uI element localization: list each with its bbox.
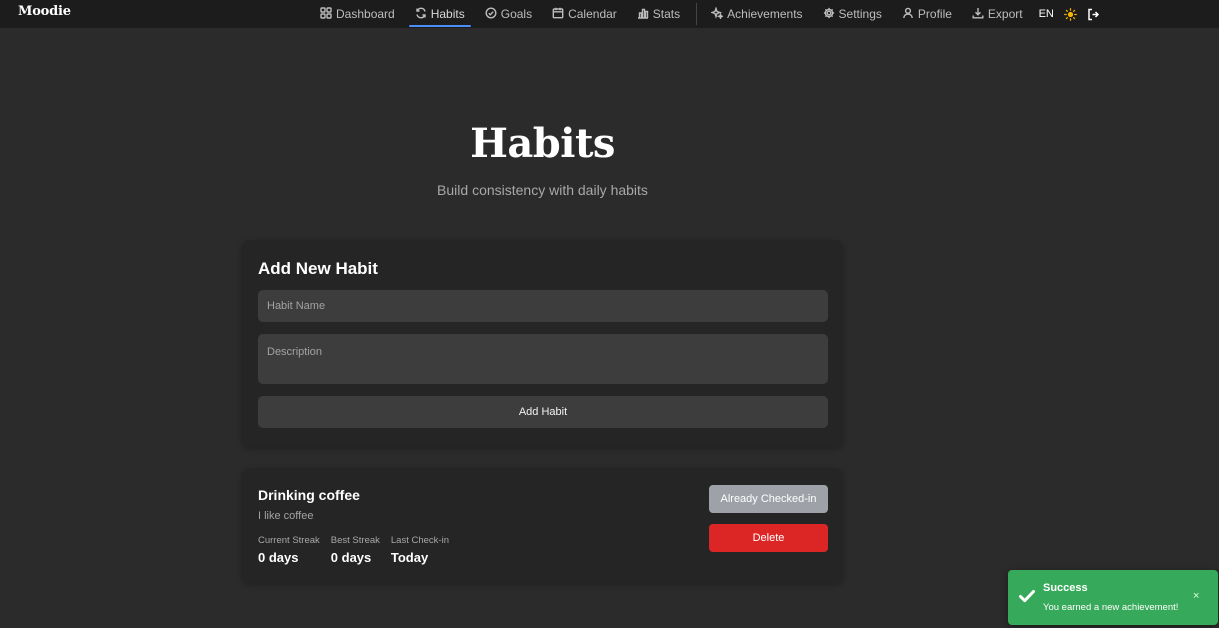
nav-label: Goals (500, 7, 533, 21)
nav-item-goals[interactable]: Goals (479, 2, 538, 26)
nav-item-settings[interactable]: Settings (817, 2, 888, 26)
toast-message: You earned a new achievement! (1043, 602, 1179, 613)
stat-value: Today (390, 550, 429, 565)
download-icon (972, 7, 984, 22)
close-icon[interactable]: × (1193, 590, 1199, 602)
nav-label: Profile (917, 7, 952, 21)
nav-label: Settings (838, 7, 882, 21)
stat-label: Current Streak (258, 535, 320, 546)
calendar-icon (552, 7, 564, 22)
user-icon (902, 7, 914, 22)
stat-last-checkin: Last Check-in Today (391, 535, 449, 565)
page-subtitle: Build consistency with daily habits (437, 182, 648, 198)
add-habit-title: Add New Habit (258, 259, 378, 278)
habit-name-input[interactable] (258, 290, 828, 322)
sun-icon[interactable] (1063, 7, 1077, 21)
nav-label: Stats (652, 7, 681, 21)
habit-card: Drinking coffee I like coffee Current St… (242, 468, 843, 583)
stat-value: 0 days (258, 550, 299, 565)
nav-label: Export (987, 7, 1023, 21)
nav-item-habits[interactable]: Habits (408, 2, 471, 27)
stat-current-streak: Current Streak 0 days (258, 535, 320, 565)
add-habit-button[interactable]: Add Habit (258, 396, 828, 428)
checkin-button[interactable]: Already Checked-in (709, 485, 828, 513)
delete-button[interactable]: Delete (709, 524, 828, 552)
logout-icon[interactable] (1087, 8, 1100, 21)
nav-label: Calendar (568, 7, 617, 21)
stat-best-streak: Best Streak 0 days (331, 535, 380, 565)
nav-divider (696, 3, 698, 25)
success-toast: Success You earned a new achievement! × (1008, 570, 1218, 625)
toast-title: Success (1043, 582, 1088, 594)
habit-description: I like coffee (258, 510, 314, 522)
language-switcher[interactable]: EN (1039, 8, 1054, 20)
nav-item-achievements[interactable]: Achievements (705, 2, 808, 26)
nav-label: Dashboard (336, 7, 395, 21)
refresh-icon (415, 7, 427, 22)
main-nav: Dashboard Habits Goals Calendar Stats Ac… (314, 0, 1110, 28)
brand-logo[interactable]: Moodie (18, 4, 71, 19)
habit-description-input[interactable] (258, 334, 828, 384)
stat-label: Last Check-in (390, 535, 449, 546)
nav-item-export[interactable]: Export (966, 2, 1029, 26)
checkmark-icon (1018, 587, 1036, 610)
stat-label: Best Streak (330, 535, 380, 546)
nav-label: Habits (430, 7, 465, 21)
nav-item-profile[interactable]: Profile (896, 2, 958, 26)
stat-value: 0 days (330, 550, 372, 565)
habit-stats: Current Streak 0 days Best Streak 0 days… (258, 535, 449, 565)
grid-icon (320, 6, 332, 22)
add-habit-card: Add New Habit Add Habit (242, 240, 843, 447)
habit-name: Drinking coffee (258, 487, 360, 503)
sparkles-icon (709, 5, 725, 22)
nav-label: Achievements (727, 7, 803, 21)
bar-chart-icon (637, 7, 649, 22)
nav-item-stats[interactable]: Stats (631, 2, 686, 26)
gear-icon (823, 7, 835, 22)
top-navbar: Moodie Dashboard Habits Goals Calendar S… (0, 0, 1219, 28)
nav-item-calendar[interactable]: Calendar (546, 2, 623, 26)
page-title: Habits (470, 120, 615, 167)
check-circle-icon (485, 6, 497, 22)
nav-item-dashboard[interactable]: Dashboard (314, 2, 401, 26)
